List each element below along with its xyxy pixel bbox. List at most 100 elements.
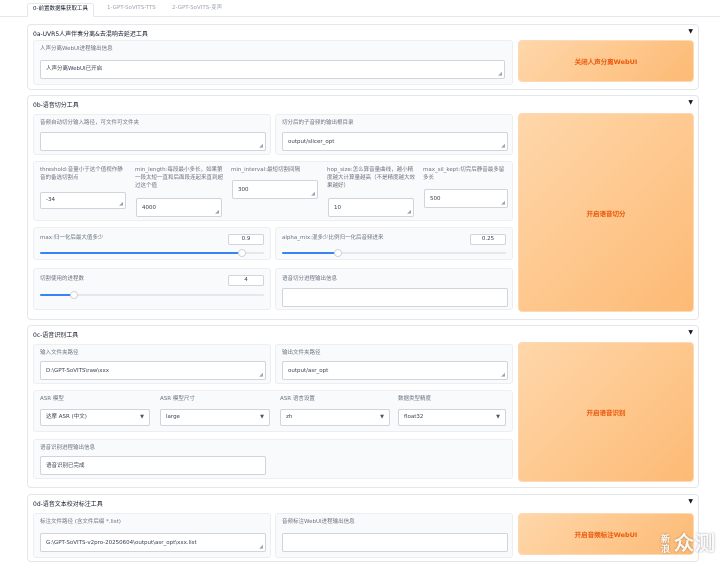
asr-input-field[interactable]: D:\GPT-SoVITS\raw\xxx ◢	[40, 361, 266, 380]
max-number-input[interactable]: 0.9	[228, 234, 264, 245]
max-slider[interactable]	[40, 249, 264, 257]
alpha-slider[interactable]	[282, 249, 506, 257]
threshold-label: threshold:音量小于这个值视作静音的备选切割点	[40, 167, 123, 181]
label-info-label: 音频标注WebUI进程输出信息	[282, 519, 355, 525]
chevron-down-icon: ▼	[260, 414, 264, 420]
alpha-slider-fill	[282, 252, 338, 254]
asr-info-field[interactable]: 语音识别已完成	[40, 456, 266, 475]
asr-size-select[interactable]: large ▼	[160, 409, 270, 426]
slicer-info-block: 语音切分进程输出信息	[275, 268, 513, 310]
slicer-input-label: 音频自动切分输入路径，可文件可文件夹	[40, 120, 140, 126]
slicer-info-field[interactable]	[282, 288, 508, 307]
asr-model-value: 达摩 ASR (中文)	[46, 414, 87, 420]
procs-number-input[interactable]: 4	[228, 275, 264, 286]
max-sil-kept-field[interactable]: 500 ◢	[424, 189, 508, 208]
resize-handle-icon[interactable]: ◢	[259, 545, 263, 550]
threshold-field[interactable]: -34 ◢	[40, 192, 126, 209]
resize-handle-icon[interactable]: ◢	[501, 144, 505, 149]
asr-section: 0c-语音识别工具 ▼ 输入文件夹路径 D:\GPT-SoVITS\raw\xx…	[27, 325, 699, 488]
slicer-input-block: 音频自动切分输入路径，可文件可文件夹 ◢	[33, 114, 271, 155]
alpha-number-input[interactable]: 0.25	[470, 234, 506, 245]
asr-input-label: 输入文件夹路径	[40, 350, 79, 356]
asr-lang-label: ASR 语言设置	[280, 396, 315, 402]
asr-precision-value: float32	[404, 414, 424, 420]
resize-handle-icon[interactable]: ◢	[501, 201, 505, 206]
asr-output-field[interactable]: output/asr_opt ◢	[282, 361, 508, 380]
max-sil-kept-label: max_sil_kept:切完后静音最多留多长	[423, 167, 505, 181]
label-path-field[interactable]: G:\GPT-SoVITS-v2pro-20250604\output\asr_…	[40, 533, 266, 552]
tab-voice-change[interactable]: 2-GPT-SoVITS-变声	[172, 4, 222, 17]
resize-handle-icon[interactable]: ◢	[259, 144, 263, 149]
label-section-title: 0d-语音文本校对标注工具	[33, 501, 103, 508]
procs-label: 切割使用的进程数	[40, 276, 85, 282]
asr-input-value: D:\GPT-SoVITS\raw\xxx	[46, 368, 110, 374]
asr-precision-select[interactable]: float32 ▼	[398, 409, 506, 426]
uvr-info-field[interactable]: 人声分离WebUI已开启 ◢	[40, 60, 505, 79]
tab-tts[interactable]: 1-GPT-SoVITS-TTS	[107, 4, 156, 17]
procs-slider[interactable]	[40, 291, 264, 299]
alpha-slider-thumb[interactable]	[334, 249, 342, 257]
slicer-output-block: 切分后的子音频的输出根目录 output/slicer_opt ◢	[275, 114, 513, 155]
asr-info-label: 语音识别进程输出信息	[40, 445, 96, 451]
label-path-label: 标注文件路径 (含文件后缀 *.list)	[40, 519, 121, 525]
threshold-value: -34	[46, 197, 55, 203]
min-interval-value: 300	[238, 187, 249, 193]
asr-model-label: ASR 模型	[40, 396, 64, 402]
collapse-icon[interactable]: ▼	[688, 28, 693, 35]
watermark-cell: 新浪	[661, 535, 671, 555]
asr-size-label: ASR 模型尺寸	[160, 396, 195, 402]
max-slider-fill	[40, 252, 242, 254]
resize-handle-icon[interactable]: ◢	[407, 210, 411, 215]
asr-model-select[interactable]: 达摩 ASR (中文) ▼	[40, 409, 150, 426]
slicer-output-label: 切分后的子音频的输出根目录	[282, 120, 354, 126]
chevron-down-icon: ▼	[140, 414, 144, 420]
asr-info-block: 语音识别进程输出信息 语音识别已完成	[33, 439, 513, 479]
uvr-section-title: 0a-UVR5人声伴奏分离&去混响去延迟工具	[33, 31, 148, 38]
start-asr-button[interactable]: 开启语音识别	[518, 342, 694, 482]
slicer-output-value: output/slicer_opt	[288, 139, 335, 145]
asr-output-label: 输出文件夹路径	[282, 350, 321, 356]
max-slider-thumb[interactable]	[237, 249, 246, 257]
slicer-info-label: 语音切分进程输出信息	[282, 276, 338, 282]
chevron-down-icon: ▼	[380, 414, 384, 420]
alpha-label: alpha_mix:混多少比例归一化后音频进来	[282, 235, 384, 241]
collapse-icon[interactable]: ▼	[688, 99, 693, 106]
resize-handle-icon[interactable]: ◢	[501, 373, 505, 378]
slicer-params-block: threshold:音量小于这个值视作静音的备选切割点 -34 ◢ min_len…	[33, 161, 513, 221]
resize-handle-icon[interactable]: ◢	[311, 192, 315, 197]
procs-slider-thumb[interactable]	[69, 291, 78, 299]
slicer-input-field[interactable]: ◢	[40, 132, 266, 151]
asr-output-value: output/asr_opt	[288, 368, 329, 374]
tab-dataset-tools[interactable]: 0-前置数据集获取工具	[27, 3, 94, 17]
slicer-section: 0b-语音切分工具 ▼ 音频自动切分输入路径，可文件可文件夹 ◢ 切分后的子音频…	[27, 95, 699, 320]
collapse-icon[interactable]: ▼	[688, 498, 693, 505]
hop-size-label: hop_size:怎么算音量曲线，越小精度越大计算量越高（不是精度越大效果越好）	[327, 167, 416, 189]
asr-lang-select[interactable]: zh ▼	[280, 409, 390, 426]
resize-handle-icon[interactable]: ◢	[215, 210, 219, 215]
label-info-field[interactable]	[282, 533, 508, 552]
alpha-slider-block: alpha_mix:混多少比例归一化后音频进来 0.25	[275, 227, 513, 260]
max-slider-block: max:归一化后最大值多少 0.9	[33, 227, 271, 260]
procs-slider-block: 切割使用的进程数 4	[33, 268, 271, 310]
asr-info-value: 语音识别已完成	[46, 463, 85, 469]
collapse-icon[interactable]: ▼	[688, 329, 693, 336]
label-path-value: G:\GPT-SoVITS-v2pro-20250604\output\asr_…	[46, 540, 197, 546]
min-length-field[interactable]: 4000 ◢	[136, 198, 222, 217]
min-interval-field[interactable]: 300 ◢	[232, 180, 318, 199]
resize-handle-icon[interactable]: ◢	[259, 373, 263, 378]
uvr-info-label: 人声分离WebUI进程输出信息	[40, 46, 113, 52]
start-slicer-button[interactable]: 开启语音切分	[518, 113, 694, 312]
watermark-cell-bottom: 浪	[660, 544, 671, 555]
resize-handle-icon[interactable]: ◢	[119, 202, 123, 207]
slicer-output-field[interactable]: output/slicer_opt ◢	[282, 132, 508, 151]
min-length-label: min_length:每段最小多长，如果第一段太短一直和后面段连起来直到超过这个…	[135, 167, 224, 189]
asr-section-title: 0c-语音识别工具	[33, 332, 79, 339]
label-info-block: 音频标注WebUI进程输出信息	[275, 513, 513, 558]
resize-handle-icon[interactable]: ◢	[498, 72, 502, 77]
asr-output-block: 输出文件夹路径 output/asr_opt ◢	[275, 344, 513, 384]
close-uvr-button[interactable]: 关闭人声分离WebUI	[518, 40, 694, 82]
asr-settings-block: ASR 模型 达摩 ASR (中文) ▼ ASR 模型尺寸 large ▼ ASR …	[33, 390, 513, 432]
hop-size-field[interactable]: 10 ◢	[328, 198, 414, 217]
asr-lang-value: zh	[286, 414, 293, 420]
max-sil-kept-value: 500	[430, 196, 441, 202]
